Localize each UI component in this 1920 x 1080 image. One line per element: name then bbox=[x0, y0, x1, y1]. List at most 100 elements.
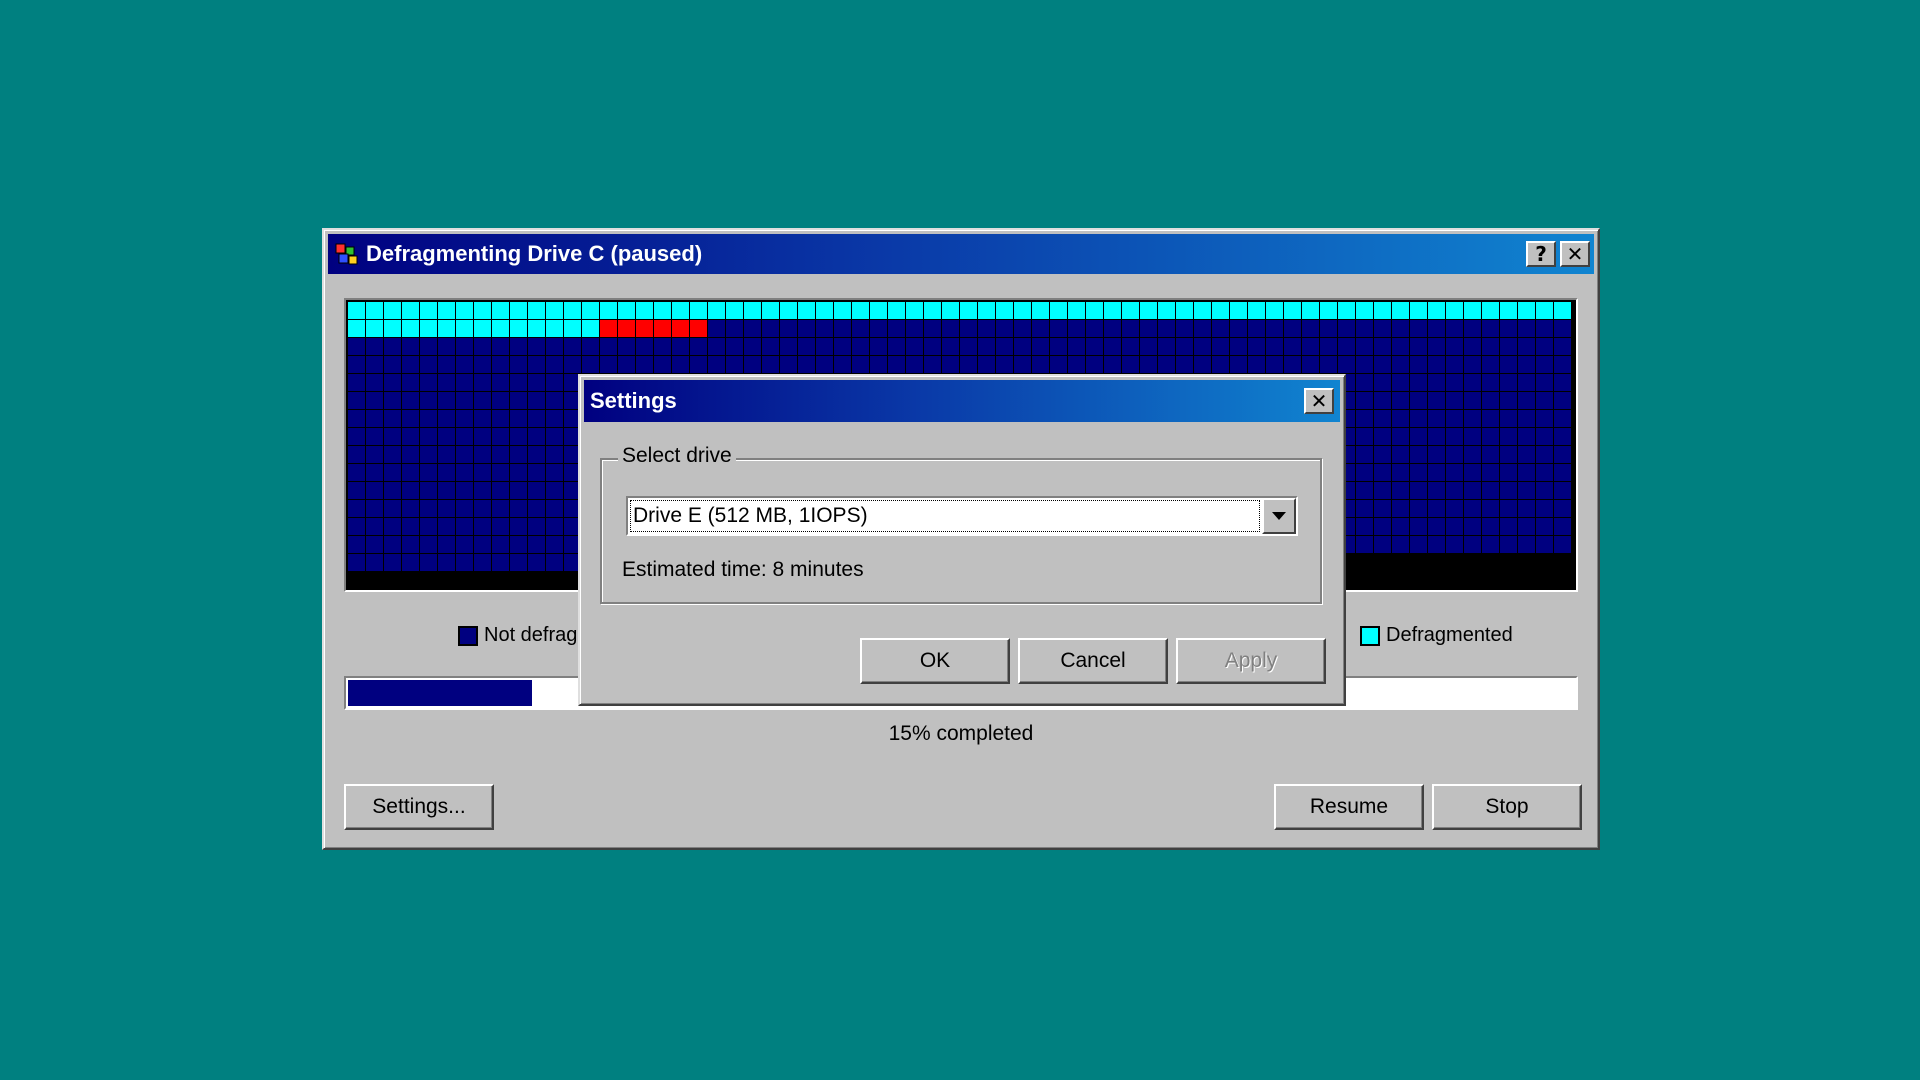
disk-block bbox=[456, 320, 474, 338]
disk-block bbox=[366, 518, 384, 536]
disk-block bbox=[1554, 446, 1572, 464]
disk-block bbox=[474, 464, 492, 482]
disk-block bbox=[1104, 338, 1122, 356]
disk-block bbox=[1374, 536, 1392, 554]
disk-block bbox=[474, 428, 492, 446]
help-button[interactable]: ? bbox=[1526, 241, 1556, 267]
disk-block bbox=[384, 338, 402, 356]
disk-block bbox=[384, 356, 402, 374]
disk-block bbox=[366, 482, 384, 500]
disk-block bbox=[402, 536, 420, 554]
disk-block bbox=[438, 410, 456, 428]
disk-block bbox=[816, 302, 834, 320]
disk-block bbox=[1446, 554, 1463, 571]
disk-block bbox=[1266, 302, 1284, 320]
disk-block bbox=[1356, 392, 1374, 410]
disk-block bbox=[1374, 554, 1391, 571]
defrag-title-bar[interactable]: Defragmenting Drive C (paused) ? ✕ bbox=[328, 234, 1594, 274]
disk-block bbox=[996, 356, 1014, 374]
disk-block bbox=[384, 500, 402, 518]
disk-block bbox=[1374, 338, 1392, 356]
disk-block bbox=[780, 338, 798, 356]
disk-block bbox=[366, 464, 384, 482]
disk-block bbox=[402, 446, 420, 464]
disk-block bbox=[1554, 554, 1571, 571]
disk-block bbox=[690, 356, 708, 374]
disk-block bbox=[402, 338, 420, 356]
disk-block bbox=[1248, 320, 1266, 338]
disk-block bbox=[528, 356, 546, 374]
disk-block bbox=[708, 356, 726, 374]
disk-block bbox=[1140, 302, 1158, 320]
disk-block bbox=[528, 482, 546, 500]
disk-block bbox=[1518, 464, 1536, 482]
disk-block bbox=[852, 320, 870, 338]
disk-block bbox=[1230, 302, 1248, 320]
disk-block bbox=[1410, 320, 1428, 338]
disk-block bbox=[1464, 374, 1482, 392]
disk-block bbox=[996, 320, 1014, 338]
disk-block bbox=[474, 320, 492, 338]
disk-block bbox=[1392, 446, 1410, 464]
drive-select[interactable]: Drive E (512 MB, 1IOPS) bbox=[626, 496, 1298, 536]
drive-select-dropdown-button[interactable] bbox=[1262, 498, 1296, 534]
disk-block bbox=[618, 356, 636, 374]
disk-block bbox=[816, 356, 834, 374]
disk-block bbox=[1086, 338, 1104, 356]
disk-block bbox=[366, 410, 384, 428]
settings-button[interactable]: Settings... bbox=[344, 784, 494, 830]
disk-block bbox=[1374, 464, 1392, 482]
disk-block bbox=[402, 554, 420, 572]
not-defragmented-swatch bbox=[458, 625, 478, 646]
disk-block bbox=[1104, 356, 1122, 374]
disk-block bbox=[1410, 500, 1428, 518]
disk-block bbox=[870, 356, 888, 374]
disk-block bbox=[1050, 338, 1068, 356]
disk-block bbox=[546, 428, 564, 446]
disk-block bbox=[1482, 320, 1500, 338]
disk-block bbox=[1194, 356, 1212, 374]
disk-block bbox=[474, 446, 492, 464]
disk-block bbox=[366, 338, 384, 356]
disk-block bbox=[942, 302, 960, 320]
disk-block bbox=[1554, 428, 1572, 446]
settings-title-bar[interactable]: Settings ✕ bbox=[584, 380, 1340, 422]
disk-block bbox=[1518, 356, 1536, 374]
disk-block bbox=[600, 302, 618, 320]
disk-block bbox=[474, 338, 492, 356]
apply-button[interactable]: Apply bbox=[1176, 638, 1326, 684]
disk-block bbox=[510, 320, 528, 338]
disk-block bbox=[348, 356, 366, 374]
disk-block bbox=[1500, 464, 1518, 482]
disk-block bbox=[1266, 320, 1284, 338]
disk-block bbox=[960, 356, 978, 374]
disk-block bbox=[348, 500, 366, 518]
disk-block bbox=[510, 500, 528, 518]
ok-button[interactable]: OK bbox=[860, 638, 1010, 684]
disk-block bbox=[1320, 356, 1338, 374]
disk-block bbox=[960, 320, 978, 338]
disk-block bbox=[1356, 446, 1374, 464]
disk-block bbox=[1230, 338, 1248, 356]
settings-close-button[interactable]: ✕ bbox=[1304, 388, 1334, 414]
disk-block bbox=[888, 338, 906, 356]
disk-block bbox=[1536, 302, 1554, 320]
legend-defragmented: Defragmented bbox=[1360, 624, 1513, 647]
disk-block bbox=[1068, 302, 1086, 320]
stop-button[interactable]: Stop bbox=[1432, 784, 1582, 830]
disk-block bbox=[1464, 338, 1482, 356]
disk-block bbox=[1518, 320, 1536, 338]
disk-block bbox=[654, 302, 672, 320]
disk-block bbox=[348, 302, 366, 320]
disk-block bbox=[384, 374, 402, 392]
disk-block bbox=[600, 356, 618, 374]
close-button[interactable]: ✕ bbox=[1560, 241, 1590, 267]
disk-block bbox=[1536, 500, 1554, 518]
disk-block bbox=[1446, 500, 1464, 518]
resume-button[interactable]: Resume bbox=[1274, 784, 1424, 830]
cancel-button[interactable]: Cancel bbox=[1018, 638, 1168, 684]
disk-block bbox=[1500, 410, 1518, 428]
disk-block bbox=[510, 518, 528, 536]
disk-block bbox=[1428, 500, 1446, 518]
disk-block bbox=[438, 338, 456, 356]
